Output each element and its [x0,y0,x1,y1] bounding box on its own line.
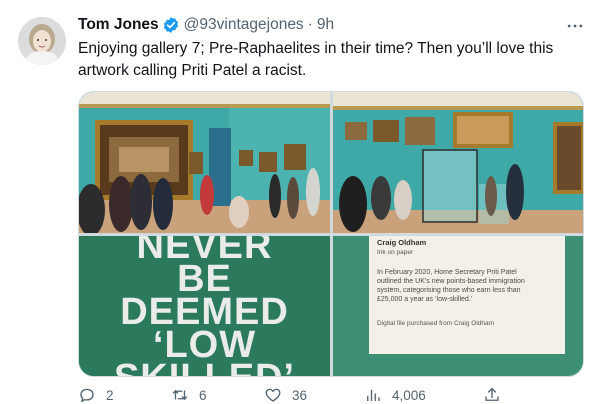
label-artist: Craig Oldham [377,238,427,247]
media-grid: NEVER BE DEEMED ‘LOW SKILLED’ Craig Oldh… [78,91,584,377]
label-line: outlined the UK’s new points-based immig… [377,278,525,285]
tweet-text-line: Enjoying gallery 7; Pre-Raphaelites in t… [78,40,554,57]
analytics-icon [367,389,380,401]
tweet-text-line: artwork calling Priti Patel a racist. [78,62,307,79]
action-bar: 2 6 36 4,006 [78,386,508,404]
label-medium: Ink on paper [377,249,414,256]
label-photo[interactable]: Craig Oldham Ink on paper In February 20… [333,236,583,376]
share-button[interactable] [483,386,501,404]
poster-line: SKILLED’ [79,359,330,376]
verified-badge-icon [162,16,180,34]
views-count: 4,006 [392,387,426,403]
separator-dot: · [307,16,313,33]
tweet-text: Enjoying gallery 7; Pre-Raphaelites in t… [78,38,578,82]
tweet-header: Tom Jones @93vintagejones · 9h [78,14,334,36]
tweet[interactable]: Tom Jones @93vintagejones · 9h Enjoying … [0,0,611,404]
reply-button[interactable]: 2 [78,386,114,404]
reply-count: 2 [106,387,114,403]
avatar-image [18,17,66,65]
gallery-photo-1[interactable] [79,92,330,233]
poster-text: NEVER BE DEEMED ‘LOW SKILLED’ [79,236,330,376]
retweet-button[interactable]: 6 [171,386,207,404]
like-button[interactable]: 36 [264,386,307,404]
views-button[interactable]: 4,006 [364,386,426,404]
retweet-count: 6 [199,387,207,403]
more-options-icon[interactable] [563,14,587,38]
share-icon [485,387,499,401]
author-handle[interactable]: @93vintagejones [184,16,304,34]
gallery-photo-2[interactable] [333,92,583,233]
label-line: £25,000 a year as ‘low-skilled.’ [377,296,473,303]
poster-photo[interactable]: NEVER BE DEEMED ‘LOW SKILLED’ [79,236,330,376]
author-name[interactable]: Tom Jones [78,16,159,34]
label-line: In February 2020, Home Secretary Priti P… [377,269,517,276]
like-count: 36 [292,387,308,403]
museum-label-card: Craig Oldham Ink on paper In February 20… [369,236,565,354]
label-credit: Digital file purchased from Craig Oldham [377,320,495,327]
reply-icon [80,388,94,403]
avatar[interactable] [18,17,66,65]
retweet-icon [172,389,188,401]
label-line: system, categorising those who earn less… [377,287,521,294]
timestamp[interactable]: 9h [317,16,334,34]
label-description: In February 2020, Home Secretary Priti P… [377,268,557,304]
heart-icon [265,388,281,402]
